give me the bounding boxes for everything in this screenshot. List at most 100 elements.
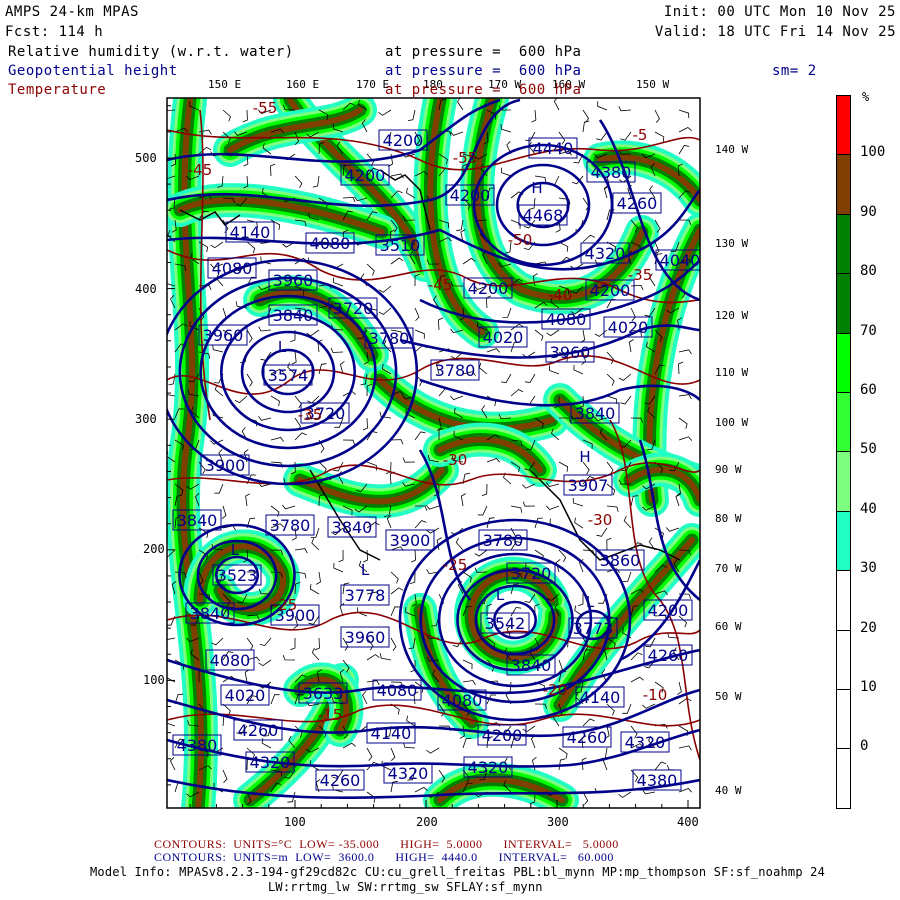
height-label: 4080 xyxy=(546,310,587,329)
colorbar-label: 80 xyxy=(860,263,877,280)
height-label: 4040 xyxy=(660,251,701,270)
temperature-label: -35 xyxy=(628,266,653,284)
high-pressure-center: H xyxy=(579,448,590,466)
colorbar-segment xyxy=(836,510,851,572)
height-label: 4320 xyxy=(250,753,291,772)
height-label: 4380 xyxy=(591,163,632,182)
height-label: 3510 xyxy=(380,236,421,255)
height-label: 4440 xyxy=(533,139,574,158)
colorbar-segment xyxy=(836,689,851,750)
height-label: 4080 xyxy=(442,691,483,710)
height-label: 3720 xyxy=(333,299,374,318)
low-pressure-center: L xyxy=(231,541,240,559)
temperature-label: -35 xyxy=(298,406,323,424)
height-label: 3840 xyxy=(332,518,373,537)
height-label: 3780 xyxy=(270,516,311,535)
colorbar-segment xyxy=(836,392,851,453)
height-label: 4320 xyxy=(468,758,509,777)
height-label: 4380 xyxy=(637,771,678,790)
weather-map: 4200 4200 4440 4380 4468 4200 4260 4140 4080 3510… xyxy=(166,97,701,809)
height-label: 3574 xyxy=(268,366,309,385)
colorbar-segment xyxy=(836,273,851,334)
height-label: 4020 xyxy=(608,318,649,337)
height-label: 4320 xyxy=(388,764,429,783)
height-label: 3840 xyxy=(273,306,314,325)
field-temp-level: at pressure = 600 hPa xyxy=(385,82,582,98)
height-label: 4140 xyxy=(230,223,271,242)
colorbar-segment xyxy=(836,629,851,690)
model-info: Model Info: MPASv8.2.3-194-gf29cd82c CU:… xyxy=(90,865,826,879)
colorbar-label: 60 xyxy=(860,382,877,398)
height-label: 4200 xyxy=(450,186,491,205)
low-pressure-center: L xyxy=(361,561,370,579)
height-label: 3720 xyxy=(511,564,552,583)
temperature-label: -30 xyxy=(588,511,613,529)
temperature-label: -45 xyxy=(188,161,213,179)
height-label: 4080 xyxy=(210,651,251,670)
model-info-physics: LW:rrtmg_lw SW:rrtmg_sw SFLAY:sf_mynn xyxy=(268,880,543,894)
height-label: 4200 xyxy=(468,279,509,298)
high-pressure-center: H xyxy=(531,179,542,197)
temperature-label: -10 xyxy=(643,686,668,704)
height-label: 4260 xyxy=(567,728,608,747)
colorbar-segment xyxy=(836,748,851,809)
height-label: 3900 xyxy=(390,531,431,550)
height-label: 3907 xyxy=(568,476,609,495)
height-label: 4140 xyxy=(371,724,412,743)
height-label: 3840 xyxy=(575,404,616,423)
height-label: 4320 xyxy=(625,733,666,752)
height-label: 3542 xyxy=(485,614,526,633)
height-contour-info: CONTOURS: UNITS=m LOW= 3600.0 HIGH= 4440… xyxy=(154,850,614,864)
colorbar-label: 70 xyxy=(860,322,877,339)
height-label: 3960 xyxy=(273,271,314,290)
height-label: 4260 xyxy=(238,721,279,740)
height-label: 3773 xyxy=(573,619,614,638)
height-label: 4380 xyxy=(177,736,218,755)
height-label: 4200 xyxy=(590,281,631,300)
temperature-label: -30 xyxy=(443,451,468,469)
height-label: 4200 xyxy=(648,601,689,620)
colorbar-label: 10 xyxy=(860,679,877,695)
temperature-label: -25 xyxy=(273,596,298,614)
height-label: 3840 xyxy=(511,656,552,675)
temperature-label: -25 xyxy=(443,556,468,574)
height-label: 4260 xyxy=(648,646,689,665)
height-label: 4020 xyxy=(483,328,524,347)
temperature-label: -50 xyxy=(508,231,533,249)
height-label: 3840 xyxy=(177,511,218,530)
colorbar-label: 0 xyxy=(860,738,869,755)
colorbar-label: 90 xyxy=(860,203,877,220)
height-label: 4080 xyxy=(377,681,418,700)
colorbar-segment xyxy=(836,451,851,512)
colorbar-segment xyxy=(836,213,851,275)
height-label: 3780 xyxy=(483,531,524,550)
height-label: 4260 xyxy=(320,771,361,790)
height-label: 4080 xyxy=(212,259,253,278)
temperature-label: -40 xyxy=(548,286,573,304)
temperature-label: -55 xyxy=(453,149,478,167)
height-label: 4200 xyxy=(482,726,523,745)
height-label: 4468 xyxy=(523,206,564,225)
colorbar-label: 20 xyxy=(860,619,877,636)
colorbar-label: 100 xyxy=(860,144,886,161)
low-pressure-center: L xyxy=(278,338,287,356)
temperature-label: -20 xyxy=(543,681,568,699)
low-pressure-center: L xyxy=(496,586,505,604)
height-label: 3780 xyxy=(435,361,476,380)
colorbar-segment xyxy=(836,95,851,156)
height-label: 4080 xyxy=(310,234,351,253)
colorbar-label: 40 xyxy=(860,500,877,517)
temperature-label: -55 xyxy=(253,99,278,117)
height-label: 3633 xyxy=(303,684,344,703)
colorbar-label: 30 xyxy=(860,560,877,577)
colorbar-label: 50 xyxy=(860,441,877,458)
colorbar-segment xyxy=(836,570,851,631)
height-label: 3900 xyxy=(205,456,246,475)
height-label: 3860 xyxy=(600,551,641,570)
height-label: 4140 xyxy=(580,688,621,707)
height-label: 4260 xyxy=(617,194,658,213)
height-label: 4200 xyxy=(383,131,424,150)
height-label: 4320 xyxy=(585,244,626,263)
height-label: 3960 xyxy=(203,326,244,345)
colorbar-segment xyxy=(836,154,851,215)
